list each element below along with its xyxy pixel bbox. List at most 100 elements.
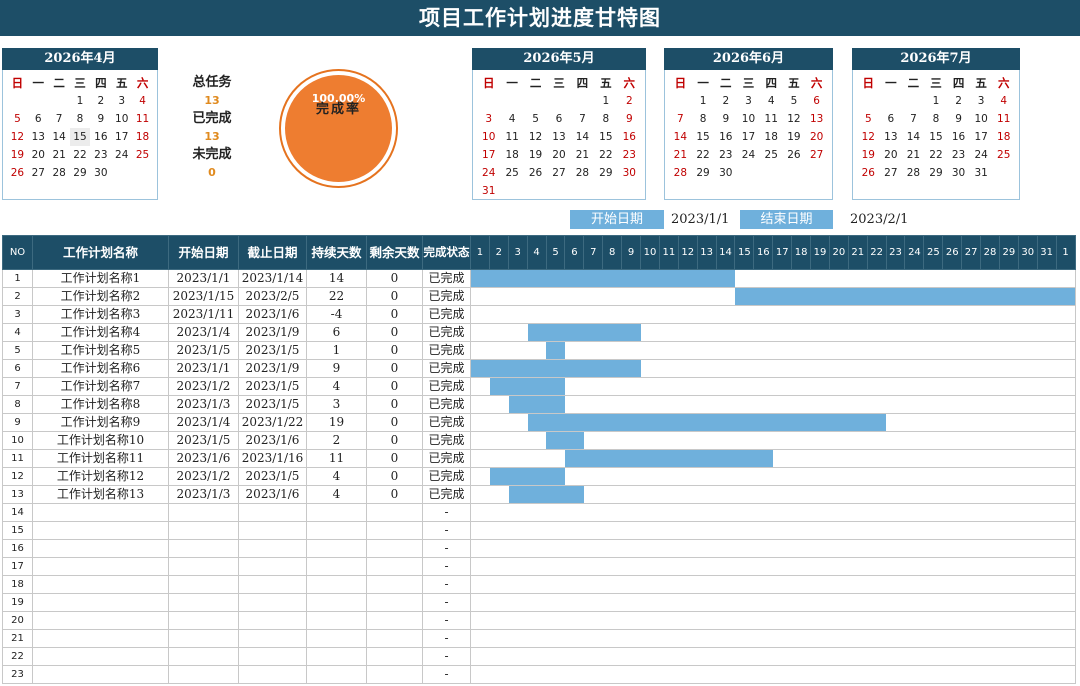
task-remaining[interactable]: 0 <box>366 269 423 288</box>
empty-cell[interactable] <box>32 557 169 576</box>
empty-cell[interactable] <box>366 503 423 522</box>
row-no[interactable]: 16 <box>2 539 33 558</box>
calendar-day[interactable]: 23 <box>714 146 737 164</box>
task-name[interactable]: 工作计划名称13 <box>32 485 169 504</box>
empty-cell[interactable] <box>238 503 307 522</box>
table-row[interactable]: 13 工作计划名称13 2023/1/3 2023/1/6 4 0 已完成 <box>2 485 1076 504</box>
task-name[interactable]: 工作计划名称10 <box>32 431 169 450</box>
calendar-day[interactable]: 16 <box>618 128 641 146</box>
calendar-day[interactable]: 20 <box>547 146 570 164</box>
task-duration[interactable]: 6 <box>306 323 367 342</box>
calendar-day[interactable]: 10 <box>111 110 132 128</box>
task-status[interactable]: 已完成 <box>422 323 471 342</box>
calendar-day[interactable]: 18 <box>500 146 523 164</box>
empty-cell[interactable] <box>306 665 367 684</box>
empty-cell[interactable] <box>168 647 239 666</box>
calendar-day[interactable]: 12 <box>7 128 28 146</box>
calendar-day[interactable]: 23 <box>618 146 641 164</box>
empty-cell[interactable] <box>32 593 169 612</box>
gantt-bar[interactable] <box>489 378 566 395</box>
task-status[interactable]: - <box>422 503 471 522</box>
task-name[interactable]: 工作计划名称3 <box>32 305 169 324</box>
task-status[interactable]: 已完成 <box>422 269 471 288</box>
calendar-day[interactable]: 21 <box>49 146 70 164</box>
task-status[interactable]: - <box>422 647 471 666</box>
task-status[interactable]: - <box>422 557 471 576</box>
gantt-bar[interactable] <box>508 396 566 413</box>
empty-cell[interactable] <box>168 611 239 630</box>
table-row[interactable]: 1 工作计划名称1 2023/1/1 2023/1/14 14 0 已完成 <box>2 269 1076 288</box>
calendar-day[interactable]: 1 <box>692 92 715 110</box>
empty-cell[interactable] <box>366 557 423 576</box>
calendar-day[interactable]: 6 <box>805 92 828 110</box>
calendar-day[interactable]: 5 <box>857 110 880 128</box>
calendar-day[interactable]: 27 <box>28 164 49 182</box>
calendar-day[interactable]: 20 <box>28 146 49 164</box>
calendar-day[interactable]: 9 <box>714 110 737 128</box>
empty-cell[interactable] <box>366 521 423 540</box>
calendar-day[interactable]: 27 <box>547 164 570 182</box>
calendar-day[interactable]: 30 <box>947 164 970 182</box>
calendar-day[interactable]: 17 <box>477 146 500 164</box>
task-name[interactable]: 工作计划名称1 <box>32 269 169 288</box>
task-remaining[interactable]: 0 <box>366 413 423 432</box>
task-duration[interactable]: 22 <box>306 287 367 306</box>
calendar-day[interactable]: 10 <box>970 110 993 128</box>
calendar-day[interactable]: 18 <box>992 128 1015 146</box>
row-no[interactable]: 7 <box>2 377 33 396</box>
task-status[interactable]: 已完成 <box>422 467 471 486</box>
calendar-day[interactable]: 27 <box>805 146 828 164</box>
empty-cell[interactable] <box>238 521 307 540</box>
task-remaining[interactable]: 0 <box>366 449 423 468</box>
task-status[interactable]: 已完成 <box>422 449 471 468</box>
calendar-day[interactable]: 29 <box>594 164 617 182</box>
empty-cell[interactable] <box>238 575 307 594</box>
calendar-day[interactable]: 12 <box>857 128 880 146</box>
task-duration[interactable]: 14 <box>306 269 367 288</box>
table-row[interactable]: 23 - <box>2 665 1076 684</box>
row-no[interactable]: 20 <box>2 611 33 630</box>
row-no[interactable]: 5 <box>2 341 33 360</box>
table-row[interactable]: 5 工作计划名称5 2023/1/5 2023/1/5 1 0 已完成 <box>2 341 1076 360</box>
calendar-day[interactable]: 16 <box>714 128 737 146</box>
calendar-day[interactable]: 19 <box>783 128 806 146</box>
table-row[interactable]: 19 - <box>2 593 1076 612</box>
calendar-day[interactable]: 14 <box>49 128 70 146</box>
empty-cell[interactable] <box>366 665 423 684</box>
task-remaining[interactable]: 0 <box>366 485 423 504</box>
calendar-day[interactable]: 8 <box>70 110 91 128</box>
calendar-day[interactable]: 20 <box>805 128 828 146</box>
calendar-day[interactable]: 24 <box>970 146 993 164</box>
calendar-day[interactable]: 7 <box>49 110 70 128</box>
calendar-day[interactable]: 5 <box>7 110 28 128</box>
task-status[interactable]: 已完成 <box>422 359 471 378</box>
calendar-day[interactable]: 29 <box>925 164 948 182</box>
calendar-day[interactable]: 11 <box>760 110 783 128</box>
empty-cell[interactable] <box>306 593 367 612</box>
calendar-day[interactable]: 29 <box>692 164 715 182</box>
calendar-day[interactable]: 2 <box>618 92 641 110</box>
calendar-day[interactable]: 6 <box>880 110 903 128</box>
calendar-day[interactable]: 21 <box>669 146 692 164</box>
task-remaining[interactable]: 0 <box>366 305 423 324</box>
task-status[interactable]: 已完成 <box>422 377 471 396</box>
calendar-day[interactable]: 26 <box>783 146 806 164</box>
task-status[interactable]: 已完成 <box>422 413 471 432</box>
table-row[interactable]: 7 工作计划名称7 2023/1/2 2023/1/5 4 0 已完成 <box>2 377 1076 396</box>
calendar-day[interactable]: 25 <box>760 146 783 164</box>
empty-cell[interactable] <box>238 665 307 684</box>
calendar-day[interactable]: 21 <box>571 146 594 164</box>
table-row[interactable]: 15 - <box>2 521 1076 540</box>
table-row[interactable]: 16 - <box>2 539 1076 558</box>
calendar-day[interactable]: 24 <box>737 146 760 164</box>
table-row[interactable]: 6 工作计划名称6 2023/1/1 2023/1/9 9 0 已完成 <box>2 359 1076 378</box>
task-start-date[interactable]: 2023/1/4 <box>168 323 239 342</box>
calendar-day[interactable]: 1 <box>925 92 948 110</box>
row-no[interactable]: 17 <box>2 557 33 576</box>
task-duration[interactable]: 3 <box>306 395 367 414</box>
task-duration[interactable]: 2 <box>306 431 367 450</box>
gantt-bar[interactable] <box>527 414 886 431</box>
calendar-day[interactable]: 10 <box>477 128 500 146</box>
empty-cell[interactable] <box>306 611 367 630</box>
calendar-day[interactable]: 4 <box>500 110 523 128</box>
